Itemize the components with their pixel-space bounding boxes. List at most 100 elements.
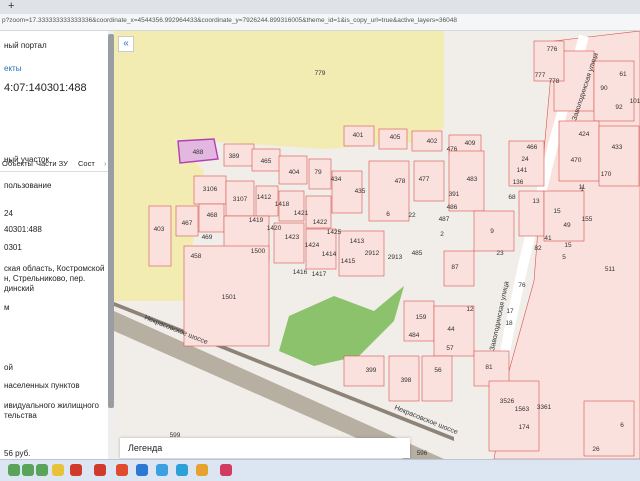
green-area <box>279 286 404 366</box>
yandex-icon[interactable] <box>70 464 82 476</box>
parcel-label: 15 <box>564 242 572 249</box>
objects-link[interactable]: екты <box>4 64 21 73</box>
parcel-label: 1421 <box>294 210 309 217</box>
parcel-label: 159 <box>416 314 427 321</box>
parcel-label: 87 <box>451 264 459 271</box>
parcel-label: 469 <box>202 234 213 241</box>
parcel-label: 15 <box>553 208 561 215</box>
parcel-label: 777 <box>535 72 546 79</box>
parcel-label: 478 <box>395 178 406 185</box>
parcel[interactable] <box>148 205 172 267</box>
status-text: ой <box>4 363 13 372</box>
tab-composition[interactable]: Сост <box>78 159 95 168</box>
parcel[interactable] <box>443 250 475 287</box>
parcel-label: 141 <box>517 167 528 174</box>
parcel-label: 476 <box>447 146 458 153</box>
parcel-label: 468 <box>207 212 218 219</box>
parcel-label: 76 <box>518 282 526 289</box>
parcel-label: 3106 <box>203 186 218 193</box>
parcel-label: 484 <box>409 332 420 339</box>
parcel-label: 1423 <box>285 234 300 241</box>
parcel[interactable] <box>343 355 385 387</box>
parcel-label: 1424 <box>305 242 320 249</box>
parcel-label: 23 <box>496 250 504 257</box>
parcel-label: 2913 <box>388 254 403 261</box>
parcel[interactable] <box>473 210 515 252</box>
cadastral-number: 4:07:140301:488 <box>4 82 87 94</box>
parcel-label: 5 <box>562 254 566 261</box>
parcel-label: 18 <box>505 320 513 327</box>
parcel[interactable] <box>543 190 585 242</box>
parcel-label: 477 <box>419 176 430 183</box>
folder-icon[interactable] <box>52 464 64 476</box>
parcel[interactable] <box>488 380 540 452</box>
address-bar[interactable]: p?zoom=17.333333333333336&coordinate_x=4… <box>0 14 640 31</box>
cadastral-value: 56 руб. <box>4 449 31 458</box>
app-icon[interactable] <box>196 464 208 476</box>
tabs-scroll-right[interactable]: › <box>104 159 107 168</box>
parcel-label: 401 <box>353 132 364 139</box>
parcel-label: 1420 <box>267 225 282 232</box>
parcel-label: 1563 <box>515 406 530 413</box>
parcel-label: 483 <box>467 176 478 183</box>
parcel-label: 90 <box>600 85 608 92</box>
land-category: населенных пунктов <box>4 381 80 390</box>
parcel-label: 1500 <box>251 248 266 255</box>
collapse-panel-button[interactable]: « <box>118 36 134 52</box>
parcel-label: 9 <box>490 228 494 235</box>
parcel-label: 79 <box>314 169 322 176</box>
parcel-label: 49 <box>563 222 571 229</box>
parcel-label: 398 <box>401 377 412 384</box>
taskbar-app-icon[interactable] <box>36 464 48 476</box>
taskbar-app-icon[interactable] <box>8 464 20 476</box>
telegram-icon[interactable] <box>176 464 188 476</box>
parcel-label: 2912 <box>365 250 380 257</box>
info-panel: ный портал екты 4:07:140301:488 Объекты … <box>0 31 112 459</box>
browser-tab-strip: + <box>0 0 640 14</box>
active-app-icon[interactable] <box>220 464 232 476</box>
cad-number-short: 40301:488 <box>4 225 42 234</box>
parcel-label: 41 <box>544 235 552 242</box>
legend-label: Легенда <box>128 443 163 453</box>
parcel-label: 776 <box>547 46 558 53</box>
permitted-use-1: ивидуального жилищного <box>4 401 99 410</box>
chrome-icon[interactable] <box>156 464 168 476</box>
taskbar-app-icon[interactable] <box>22 464 34 476</box>
parcel-label: 1414 <box>322 251 337 258</box>
parcel-label: 82 <box>534 245 542 252</box>
parcel[interactable] <box>558 120 600 182</box>
parcel-label: 389 <box>229 153 240 160</box>
parcel-label: 405 <box>390 134 401 141</box>
opera-icon[interactable] <box>136 464 148 476</box>
parcel-label: 2 <box>440 231 444 238</box>
new-tab-button[interactable]: + <box>8 0 14 13</box>
parcel-label: 17 <box>506 308 514 315</box>
parcel-label: 3526 <box>500 398 515 405</box>
parcel-label: 44 <box>447 326 455 333</box>
legend-bar[interactable]: Легенда <box>120 438 410 458</box>
parcel-label: 22 <box>408 212 416 219</box>
parcel-label: 1501 <box>222 294 237 301</box>
parcel-label: 485 <box>412 250 423 257</box>
parcel-label: 57 <box>446 345 454 352</box>
parcel-label: 1419 <box>249 217 264 224</box>
yandex-browser-icon[interactable] <box>94 464 106 476</box>
usage-type: пользование <box>4 181 52 190</box>
cadastral-map[interactable]: Заволодинская улица Заволодинская улица … <box>114 31 640 459</box>
parcel-label: 391 <box>449 191 460 198</box>
parcel-label: 470 <box>571 157 582 164</box>
parcel-label: 1412 <box>257 194 272 201</box>
url-text[interactable]: p?zoom=17.333333333333336&coordinate_x=4… <box>2 17 622 24</box>
parcel[interactable] <box>421 355 453 402</box>
parcel-label: 56 <box>434 367 442 374</box>
quarter-number: 0301 <box>4 243 22 252</box>
map-canvas[interactable]: Заволодинская улица Заволодинская улица … <box>114 31 640 459</box>
browser-icon[interactable] <box>116 464 128 476</box>
parcel-label: 596 <box>417 450 428 457</box>
parcel-label: 6 <box>620 422 624 429</box>
address-line-2: н, Стрельниково, пер. <box>4 274 86 283</box>
parcel-label: 1418 <box>275 201 290 208</box>
taskbar <box>0 459 640 481</box>
object-type: ный участок <box>4 155 49 164</box>
parcel-label: 466 <box>527 144 538 151</box>
